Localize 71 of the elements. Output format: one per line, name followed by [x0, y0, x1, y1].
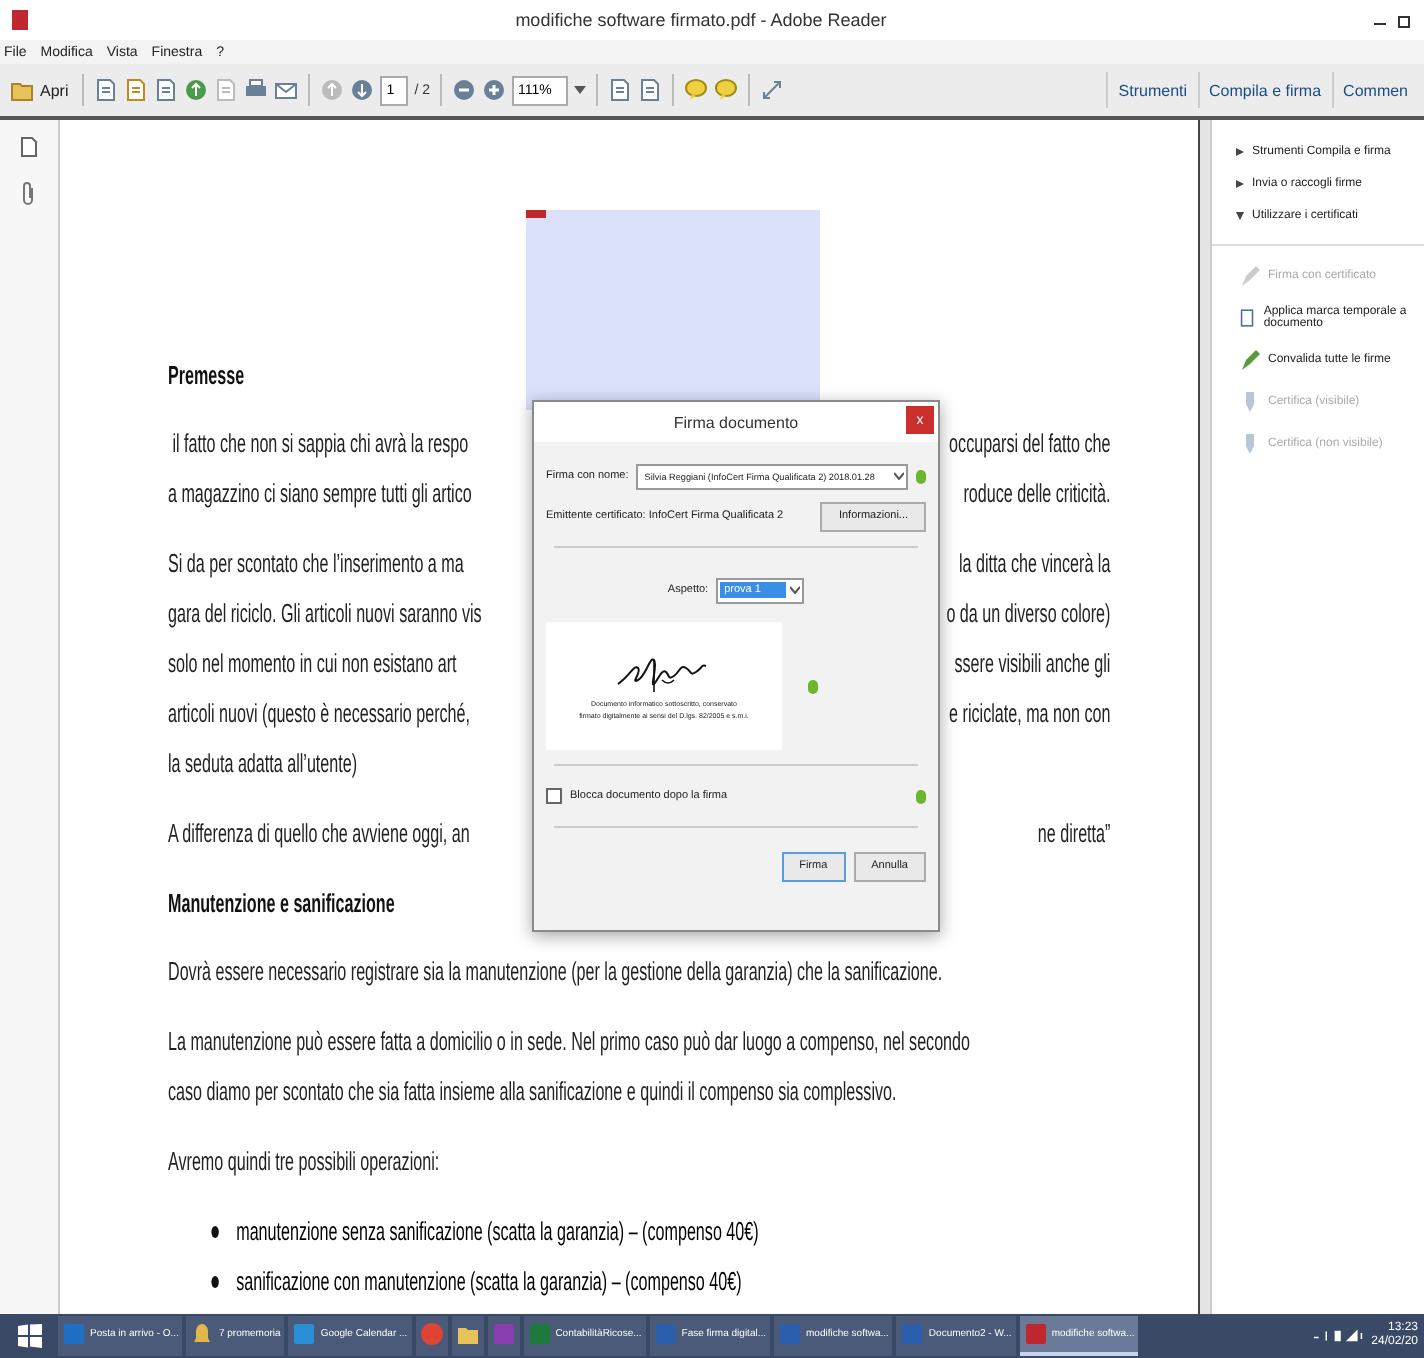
text-line: ssere visibili anche gli — [954, 646, 1111, 682]
dialog-title: Firma documento — [673, 413, 799, 431]
restore-icon[interactable] — [1398, 13, 1412, 27]
browser-icon — [292, 1322, 317, 1346]
panel-tab[interactable]: Commen — [1331, 72, 1418, 108]
expand-icon[interactable] — [760, 78, 785, 102]
document-app-icon — [653, 1322, 678, 1346]
text-line: il fatto che non si sappia chi avrà la respo — [170, 426, 469, 462]
folder-icon — [455, 1322, 480, 1346]
text-line: caso diamo per scontato che sia fatta insieme alla sanificazione e quindi il compenso sia complessivo. — [168, 1074, 897, 1110]
section-heading: Manutenzione e sanificazione — [168, 886, 397, 922]
notebook-icon — [491, 1322, 516, 1346]
text-line: A differenza di quello che avviene oggi, an — [168, 816, 470, 852]
taskbar-app[interactable] — [451, 1316, 484, 1356]
text-line: Si da per scontato che l’inserimento a ma — [168, 546, 464, 582]
comment-icon[interactable] — [684, 78, 709, 102]
text-line: Avremo quindi tre possibili operazioni: — [168, 1144, 440, 1180]
list-item: manutenzione senza sanificazione (scatta la garanzia) – (compenso 40€) — [236, 1214, 759, 1250]
panel-tab[interactable]: Strumenti — [1106, 72, 1198, 108]
pen-icon — [1240, 349, 1260, 369]
text-line: a magazzino ci siano sempre tutti gli artico — [168, 476, 472, 512]
bullet-icon — [211, 1225, 219, 1237]
text-line: Dovrà essere necessario registrare sia la manutenzione (per la gestione della garanzia) che la sanificazione. — [168, 954, 943, 990]
list-item: sanificazione con manutenzione (scatta la garanzia) – (compenso 40€) — [236, 1264, 742, 1300]
lock-checkbox[interactable] — [546, 788, 562, 804]
mail-app-icon — [62, 1322, 86, 1346]
pdf-app-icon — [12, 10, 28, 30]
text-line: gara del riciclo. Gli articoli nuovi saranno vis — [168, 596, 482, 632]
document-app-icon — [778, 1322, 803, 1346]
signature-field[interactable] — [526, 210, 820, 410]
dropdown-caret-icon — [894, 472, 904, 480]
text-line: la ditta che vincerà la — [958, 546, 1111, 582]
panel-tab[interactable]: Compila e firma — [1197, 72, 1332, 108]
round-browser-icon — [419, 1322, 444, 1346]
field-marker — [526, 210, 546, 218]
bell-icon — [190, 1322, 215, 1346]
print-icon[interactable] — [244, 78, 269, 102]
document-icon[interactable] — [94, 78, 119, 102]
tray-icons[interactable] — [1313, 1328, 1366, 1344]
pdf-app-icon — [1023, 1322, 1048, 1346]
section-heading: Premesse — [168, 358, 247, 394]
text-line: articoli nuovi (questo è necessario perché, — [168, 696, 470, 732]
zoom-out-icon[interactable] — [452, 78, 477, 102]
text-line: occuparsi del fatto che — [949, 426, 1111, 462]
pen-icon — [1240, 265, 1260, 285]
spreadsheet-icon — [527, 1322, 552, 1346]
bullet-icon — [211, 1275, 219, 1287]
email-icon[interactable] — [274, 78, 299, 102]
folder-icon[interactable] — [10, 78, 34, 102]
text-line: o da un diverso colore) — [946, 596, 1111, 632]
text-line: e riciclate, ma non con — [949, 696, 1111, 732]
next-page-icon[interactable] — [350, 78, 375, 102]
status-icon — [916, 469, 926, 483]
dropdown-caret-icon — [790, 586, 801, 594]
zoom-in-icon[interactable] — [482, 78, 507, 102]
text-line: ne diretta” — [1037, 816, 1111, 852]
pages-icon[interactable] — [20, 136, 38, 158]
document-icon[interactable] — [124, 78, 149, 102]
text-line: La manutenzione può essere fatta a domicilio o in sede. Nel primo caso può dar luogo a compenso, nel secondo — [168, 1024, 971, 1060]
upload-icon[interactable] — [184, 78, 209, 102]
status-icon — [808, 679, 818, 693]
document-app-icon — [900, 1322, 925, 1346]
open-button[interactable]: Apri — [6, 70, 73, 110]
text-line: roduce delle criticità. — [963, 476, 1111, 512]
window-title: modifiche software firmato.pdf - Adobe Reader — [513, 10, 889, 30]
dropdown-caret-icon[interactable] — [574, 84, 587, 96]
status-icon — [916, 789, 926, 803]
start-icon[interactable] — [18, 1324, 42, 1348]
paperclip-icon[interactable] — [21, 182, 37, 206]
text-line: la seduta adatta all’utente) — [168, 746, 358, 782]
text-line: solo nel momento in cui non esistano art — [168, 646, 457, 682]
